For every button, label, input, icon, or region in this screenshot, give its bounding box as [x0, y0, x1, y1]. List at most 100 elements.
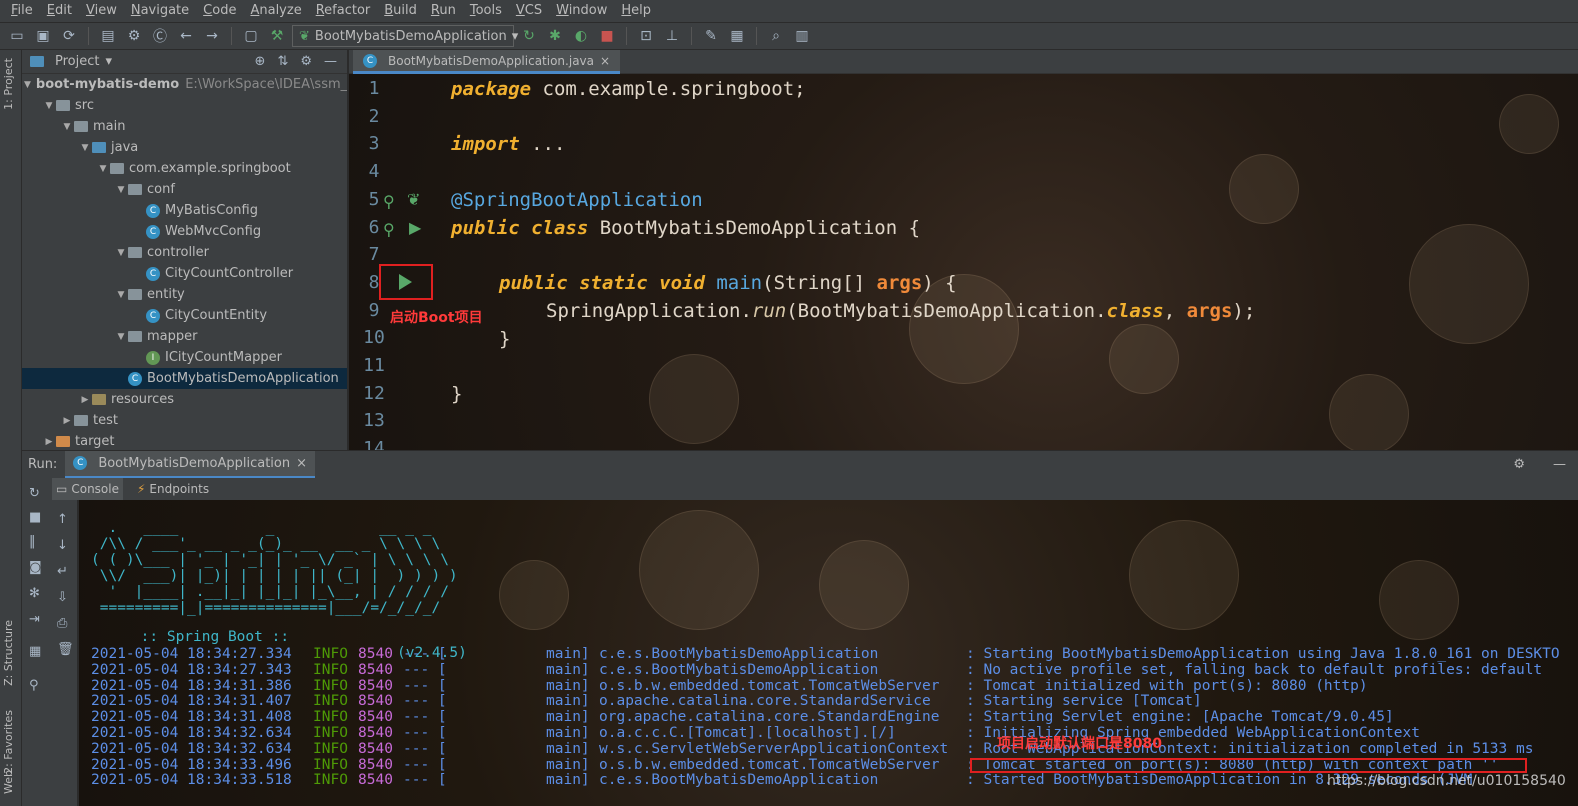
close-icon[interactable]: ×: [296, 456, 307, 471]
tree-item[interactable]: C CityCountController: [22, 263, 347, 284]
menu-item-help[interactable]: Help: [614, 0, 658, 22]
tree-item[interactable]: ▶ resources: [22, 389, 347, 410]
menu-item-run[interactable]: Run: [424, 0, 463, 22]
up-arrow-icon[interactable]: ↑: [57, 512, 68, 527]
tree-item[interactable]: C MyBatisConfig: [22, 200, 347, 221]
collapse-icon[interactable]: ⇅: [277, 54, 288, 69]
forward-arrow-icon[interactable]: →: [201, 25, 223, 47]
stop-icon[interactable]: ■: [596, 25, 618, 47]
tree-item[interactable]: ▼ main: [22, 116, 347, 137]
menu-item-edit[interactable]: Edit: [40, 0, 79, 22]
wrench-icon[interactable]: ✎: [700, 25, 722, 47]
close-icon[interactable]: ×: [600, 54, 610, 68]
spring-bean-icon[interactable]: ⚲: [383, 220, 395, 239]
settings-circle-icon[interactable]: ⚙: [123, 25, 145, 47]
menu-item-vcs[interactable]: VCS: [509, 0, 549, 22]
open-folder-icon[interactable]: ▭: [6, 25, 28, 47]
endpoints-tab[interactable]: ⚡ Endpoints: [133, 478, 213, 500]
rerun-icon[interactable]: ↻: [29, 486, 40, 501]
menu-item-build[interactable]: Build: [377, 0, 424, 22]
tree-item[interactable]: ▼ controller: [22, 242, 347, 263]
expand-arrow-icon[interactable]: ▼: [114, 332, 128, 342]
tree-item[interactable]: C BootMybatisDemoApplication: [22, 368, 347, 389]
pin-icon[interactable]: ⚲: [29, 678, 39, 693]
profiler-icon[interactable]: ⊥: [661, 25, 683, 47]
expand-arrow-icon[interactable]: ▼: [24, 80, 31, 90]
tree-item[interactable]: ▶ test: [22, 410, 347, 431]
presentation-icon[interactable]: ▥: [791, 25, 813, 47]
collapse-arrow-icon[interactable]: ▶: [42, 437, 56, 447]
expand-arrow-icon[interactable]: ▼: [96, 164, 110, 174]
tree-item[interactable]: C WebMvcConfig: [22, 221, 347, 242]
back-arrow-icon[interactable]: ←: [175, 25, 197, 47]
project-structure-icon[interactable]: ▤: [97, 25, 119, 47]
run-main-icon[interactable]: [399, 274, 412, 290]
structure-tool-tab[interactable]: Z: Structure: [2, 620, 15, 686]
tree-item[interactable]: I ICityCountMapper: [22, 347, 347, 368]
web-tool-tab[interactable]: Web: [2, 770, 15, 794]
collapse-arrow-icon[interactable]: ▶: [78, 395, 92, 405]
spring-bean-icon[interactable]: ⚲: [383, 192, 395, 211]
menu-item-navigate[interactable]: Navigate: [124, 0, 196, 22]
trash-icon[interactable]: 🗑: [57, 642, 74, 657]
stop-icon[interactable]: ■: [29, 510, 41, 525]
build-hammer-icon[interactable]: ⚒: [266, 25, 288, 47]
tree-item[interactable]: ▼ mapper: [22, 326, 347, 347]
soft-wrap-icon[interactable]: ↵: [57, 564, 68, 579]
tree-item[interactable]: ▼ entity: [22, 284, 347, 305]
menu-item-file[interactable]: File: [4, 0, 40, 22]
print-icon[interactable]: ⎙: [57, 616, 67, 631]
editor-tab-active[interactable]: C BootMybatisDemoApplication.java ×: [353, 50, 621, 74]
menu-item-tools[interactable]: Tools: [463, 0, 509, 22]
console-output[interactable]: . ____ _ __ _ _ /\\ / ___'_ __ _ _(_)_ _…: [79, 500, 1578, 806]
tree-item[interactable]: ▼ conf: [22, 179, 347, 200]
tree-root[interactable]: ▼ boot-mybatis-demo E:\WorkSpace\IDEA\ss…: [22, 74, 347, 95]
code-editor[interactable]: 1 2 3 4 5 6 7 8 9 10 11 12 13 14 ⚲ ❦ ⚲ ▶ 启动Boot项目 pac…: [349, 74, 1578, 450]
restart-icon[interactable]: ✻: [29, 586, 40, 601]
save-icon[interactable]: ▣: [32, 25, 54, 47]
sync-icon[interactable]: ⟳: [58, 25, 80, 47]
run-class-icon[interactable]: ▶: [409, 218, 421, 237]
search-icon[interactable]: ⌕: [765, 25, 787, 47]
run-coverage-icon[interactable]: ◐: [570, 25, 592, 47]
expand-arrow-icon[interactable]: ▼: [114, 248, 128, 258]
attach-icon[interactable]: ⊡: [635, 25, 657, 47]
menu-item-window[interactable]: Window: [549, 0, 614, 22]
gear-icon[interactable]: ⚙: [300, 54, 312, 69]
spring-leaf-icon[interactable]: ❦: [407, 190, 420, 209]
tree-item[interactable]: ▶ target: [22, 431, 347, 450]
gear-icon[interactable]: ⚙: [1513, 457, 1525, 472]
run-tab-active[interactable]: C BootMybatisDemoApplication ×: [65, 450, 316, 479]
expand-arrow-icon[interactable]: ▼: [60, 122, 74, 132]
console-tab[interactable]: ▭ Console: [52, 478, 123, 500]
camera-icon[interactable]: ◙: [29, 560, 42, 575]
tree-item[interactable]: ▼ com.example.springboot: [22, 158, 347, 179]
terminal-icon[interactable]: ▢: [240, 25, 262, 47]
expand-arrow-icon[interactable]: ▼: [78, 143, 92, 153]
project-structure-folder-icon[interactable]: ▦: [726, 25, 748, 47]
menu-item-view[interactable]: View: [79, 0, 124, 22]
run-configuration-select[interactable]: ❦ BootMybatisDemoApplication ▾: [292, 25, 518, 47]
menu-item-analyze[interactable]: Analyze: [243, 0, 308, 22]
locate-icon[interactable]: ⊕: [255, 54, 266, 69]
menu-item-refactor[interactable]: Refactor: [309, 0, 378, 22]
project-tool-tab[interactable]: 1: Project: [2, 58, 15, 110]
tree-item[interactable]: ▼ src: [22, 95, 347, 116]
rerun-icon[interactable]: ↻: [518, 25, 540, 47]
exit-icon[interactable]: ⇥: [29, 612, 40, 627]
project-view-select[interactable]: Project: [55, 54, 99, 69]
menu-item-code[interactable]: Code: [196, 0, 243, 22]
favorites-tool-tab[interactable]: 2: Favorites: [2, 710, 15, 774]
class-icon[interactable]: Ⓒ: [149, 25, 171, 47]
tree-item[interactable]: C CityCountEntity: [22, 305, 347, 326]
debug-bug-icon[interactable]: ✱: [544, 25, 566, 47]
chevron-down-icon[interactable]: ▾: [105, 54, 112, 69]
minimize-icon[interactable]: —: [1553, 457, 1566, 472]
scroll-to-end-icon[interactable]: ⇩: [57, 590, 68, 605]
layout-icon[interactable]: ▦: [29, 644, 41, 659]
expand-arrow-icon[interactable]: ▼: [114, 290, 128, 300]
tree-item[interactable]: ▼ java: [22, 137, 347, 158]
expand-arrow-icon[interactable]: ▼: [42, 101, 56, 111]
expand-arrow-icon[interactable]: ▼: [114, 185, 128, 195]
down-arrow-icon[interactable]: ↓: [57, 538, 68, 553]
